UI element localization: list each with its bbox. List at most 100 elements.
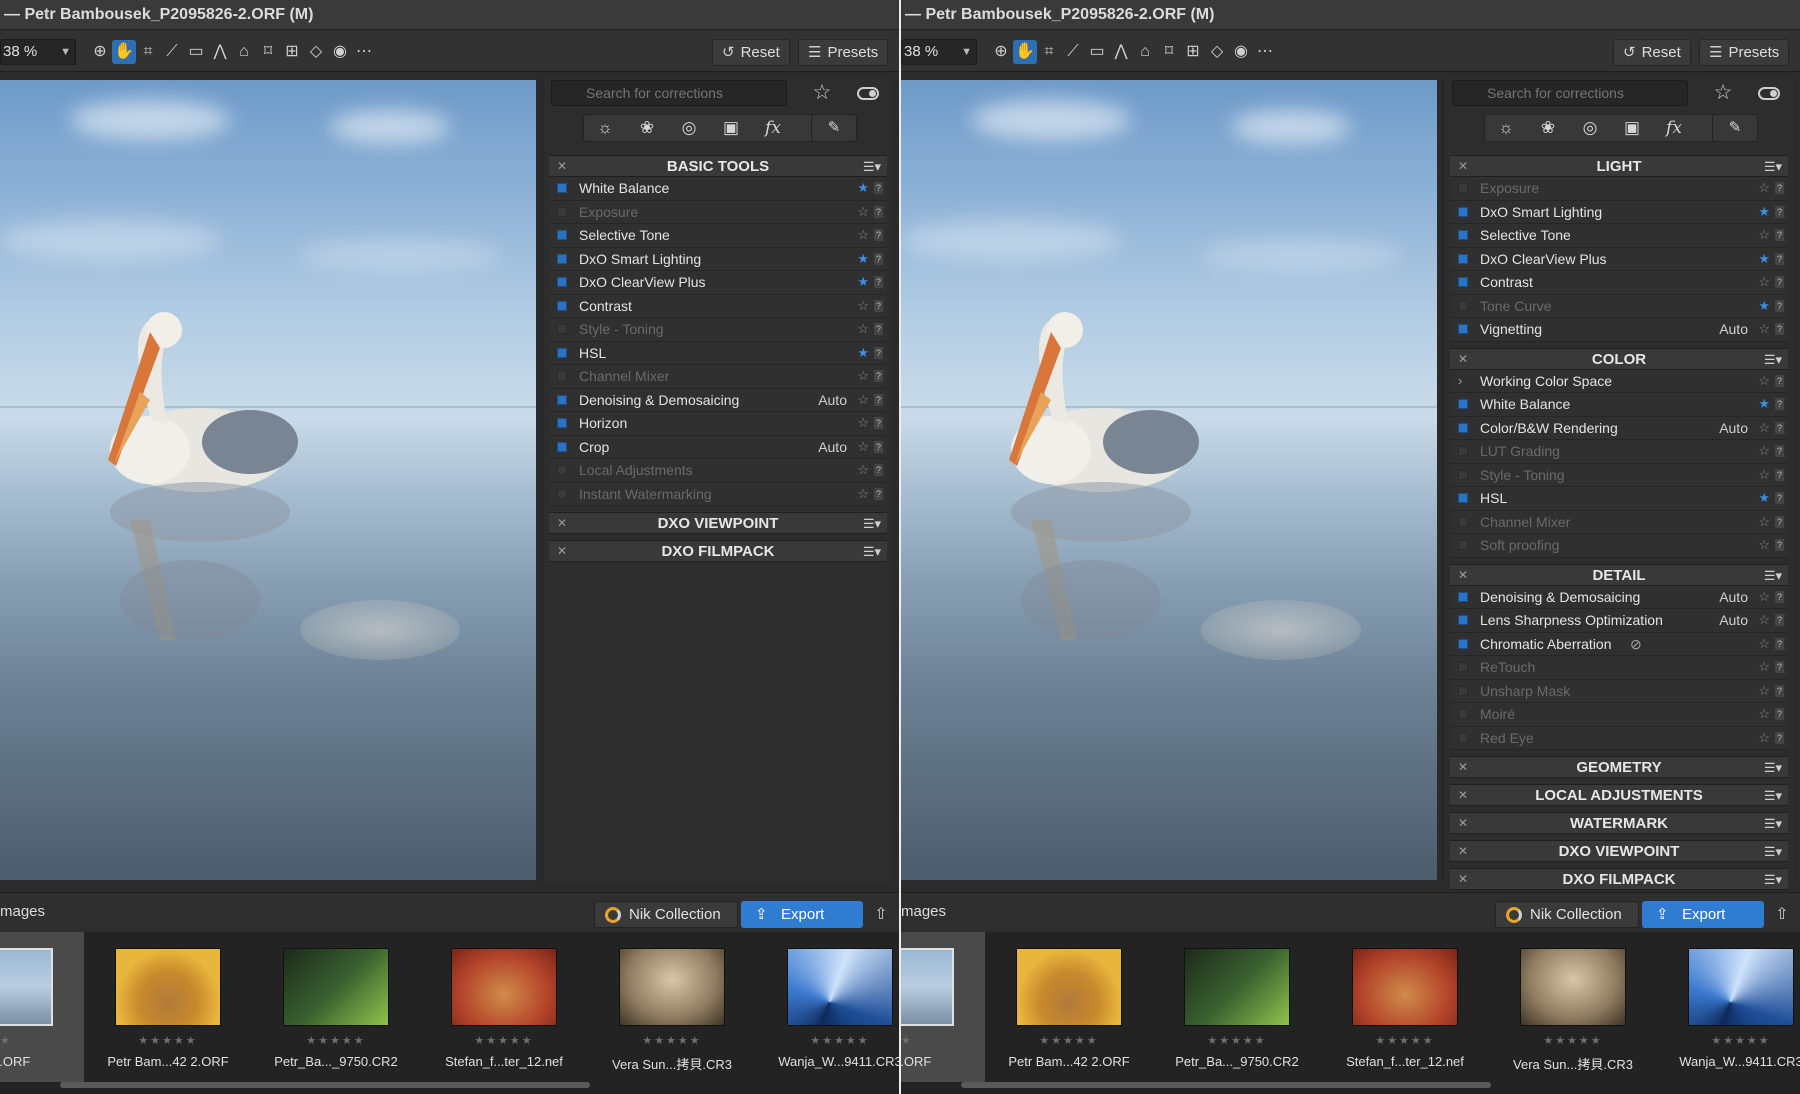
help-icon[interactable]: ? (874, 229, 883, 241)
help-icon[interactable]: ? (874, 487, 883, 500)
volume-deformation-icon[interactable]: ⌂ (1133, 40, 1157, 64)
enable-checkbox[interactable] (1458, 638, 1468, 649)
rating-stars[interactable]: ★★★★★ (1321, 1034, 1489, 1047)
section-header[interactable]: ✕ BASIC TOOLS ☰▾ (549, 155, 887, 177)
image-viewer[interactable] (901, 80, 1437, 880)
favorite-star-icon[interactable]: ★ (1758, 248, 1770, 270)
preview-eye-icon[interactable]: ◉ (1229, 40, 1253, 64)
fx-icon[interactable]: fx (1653, 115, 1695, 141)
color-circles-icon[interactable]: ❀ (1527, 115, 1569, 141)
enable-checkbox[interactable] (557, 347, 567, 358)
geometry-icon[interactable]: ▣ (710, 115, 752, 141)
help-icon[interactable]: ? (1775, 731, 1784, 744)
favorite-star-icon[interactable]: ★ (857, 271, 869, 293)
filmstrip-item[interactable]: ★★★★★ Petr Bam...42 2.ORF (84, 932, 252, 1082)
help-icon[interactable]: ? (1775, 323, 1784, 335)
favorite-star-icon[interactable]: ☆ (857, 436, 869, 458)
filmstrip-item[interactable]: ★★★★★ Vera Sun...拷貝.CR3 (1489, 932, 1657, 1082)
favorites-star-icon[interactable]: ☆ (1710, 80, 1736, 106)
favorite-star-icon[interactable]: ☆ (1758, 656, 1770, 678)
help-icon[interactable]: ? (874, 393, 883, 406)
horizon-icon[interactable]: ▭ (1085, 40, 1109, 64)
enable-checkbox[interactable] (1458, 662, 1468, 672)
enable-checkbox[interactable] (557, 465, 567, 475)
correction-row[interactable]: Crop Auto ☆? (549, 435, 887, 459)
correction-row[interactable]: DxO ClearView Plus ★? (1450, 247, 1788, 271)
enable-checkbox[interactable] (1458, 422, 1468, 433)
filmstrip-item[interactable]: ★★★★★ Wanja_W...9411.CR3 (756, 932, 900, 1082)
volume-deformation-icon[interactable]: ⌂ (232, 40, 256, 64)
rating-stars[interactable]: ★★★★★ (420, 1034, 588, 1047)
grid-icon[interactable]: ⌑ (1157, 40, 1181, 64)
local-adjust-icon[interactable]: ◇ (1205, 40, 1229, 64)
enable-checkbox[interactable] (1458, 206, 1468, 217)
compare-icon[interactable]: ⋯ (1253, 40, 1277, 64)
light-sun-icon[interactable]: ☼ (584, 115, 626, 141)
correction-row[interactable]: HSL ★? (1450, 487, 1788, 511)
correction-row[interactable]: ReTouch ☆? (1450, 656, 1788, 680)
rating-stars[interactable]: ★★★★★ (985, 1034, 1153, 1047)
filmstrip-scrollbar[interactable] (961, 1082, 1491, 1088)
section-menu-icon[interactable]: ☰▾ (1764, 156, 1782, 177)
close-icon[interactable]: ✕ (1458, 349, 1468, 370)
local-adjust-brush-icon[interactable]: ✎ (1712, 114, 1758, 142)
help-icon[interactable]: ? (1775, 205, 1784, 218)
help-icon[interactable]: ? (874, 346, 883, 359)
favorite-star-icon[interactable]: ☆ (1758, 464, 1770, 486)
section-header[interactable]: ✕ COLOR ☰▾ (1450, 347, 1788, 370)
favorite-star-icon[interactable]: ☆ (1758, 609, 1770, 631)
help-icon[interactable]: ? (874, 417, 883, 429)
help-icon[interactable]: ? (1775, 229, 1784, 241)
preview-eye-icon[interactable]: ◉ (328, 40, 352, 64)
enable-checkbox[interactable] (1458, 230, 1468, 240)
favorite-star-icon[interactable]: ☆ (857, 295, 869, 317)
local-adjust-brush-icon[interactable]: ✎ (811, 114, 857, 142)
help-icon[interactable]: ? (874, 370, 883, 382)
help-icon[interactable]: ? (874, 440, 883, 453)
enable-checkbox[interactable] (1458, 446, 1468, 456)
correction-row[interactable]: Chromatic Aberration ⊘ ☆? (1450, 632, 1788, 656)
zoom-select[interactable]: 38 % ▼ (901, 39, 977, 65)
enable-checkbox[interactable] (1458, 493, 1468, 503)
horizon-icon[interactable]: ▭ (184, 40, 208, 64)
favorite-star-icon[interactable]: ☆ (857, 365, 869, 387)
detail-icon[interactable]: ◎ (668, 115, 710, 141)
filmstrip-item[interactable]: ★★★★★ Petr_Ba..._9750.CR2 (252, 932, 420, 1082)
expand-chevron-icon[interactable]: › (1458, 370, 1468, 388)
correction-row[interactable]: Vignetting Auto ☆? (1450, 318, 1788, 342)
close-icon[interactable]: ✕ (1458, 156, 1468, 177)
help-icon[interactable]: ? (1775, 515, 1784, 528)
share-icon[interactable]: ⇧ (868, 901, 894, 928)
enable-checkbox[interactable] (1458, 253, 1468, 264)
favorite-star-icon[interactable]: ★ (857, 342, 869, 364)
section-header[interactable]: ✕ GEOMETRY ☰▾ (1450, 756, 1788, 778)
nik-collection-button[interactable]: Nik Collection (594, 901, 738, 928)
correction-row[interactable]: Instant Watermarking ☆? (549, 482, 887, 506)
correction-row[interactable]: Channel Mixer ☆? (549, 365, 887, 389)
perspective-icon[interactable]: ⋀ (1109, 40, 1133, 64)
crop-icon[interactable]: ⌗ (1037, 40, 1061, 64)
close-icon[interactable]: ✕ (1458, 757, 1468, 778)
favorite-star-icon[interactable]: ☆ (857, 201, 869, 223)
enable-checkbox[interactable] (557, 441, 567, 452)
enable-checkbox[interactable] (557, 230, 567, 240)
help-icon[interactable]: ? (1775, 276, 1784, 288)
correction-row[interactable]: Exposure ☆? (549, 200, 887, 224)
image-viewer[interactable] (0, 80, 536, 880)
correction-row[interactable]: Contrast ☆? (1450, 271, 1788, 295)
close-icon[interactable]: ✕ (1458, 869, 1468, 890)
rating-stars[interactable]: ★★★★★ (1657, 1034, 1800, 1047)
share-icon[interactable]: ⇧ (1769, 901, 1795, 928)
correction-row[interactable]: Exposure ☆? (1450, 177, 1788, 201)
filmstrip-scrollbar[interactable] (60, 1082, 590, 1088)
enable-checkbox[interactable] (557, 277, 567, 287)
enable-checkbox[interactable] (1458, 540, 1468, 550)
section-header[interactable]: ✕ DXO FILMPACK ☰▾ (549, 540, 887, 562)
rating-stars[interactable]: ★★★★★ (1489, 1034, 1657, 1047)
section-header[interactable]: ✕ DXO FILMPACK ☰▾ (1450, 868, 1788, 890)
help-icon[interactable]: ? (1775, 445, 1784, 457)
favorite-star-icon[interactable]: ☆ (1758, 440, 1770, 462)
favorite-star-icon[interactable]: ☆ (857, 224, 869, 246)
rating-stars[interactable]: ★★★★★ (252, 1034, 420, 1047)
color-circles-icon[interactable]: ❀ (626, 115, 668, 141)
